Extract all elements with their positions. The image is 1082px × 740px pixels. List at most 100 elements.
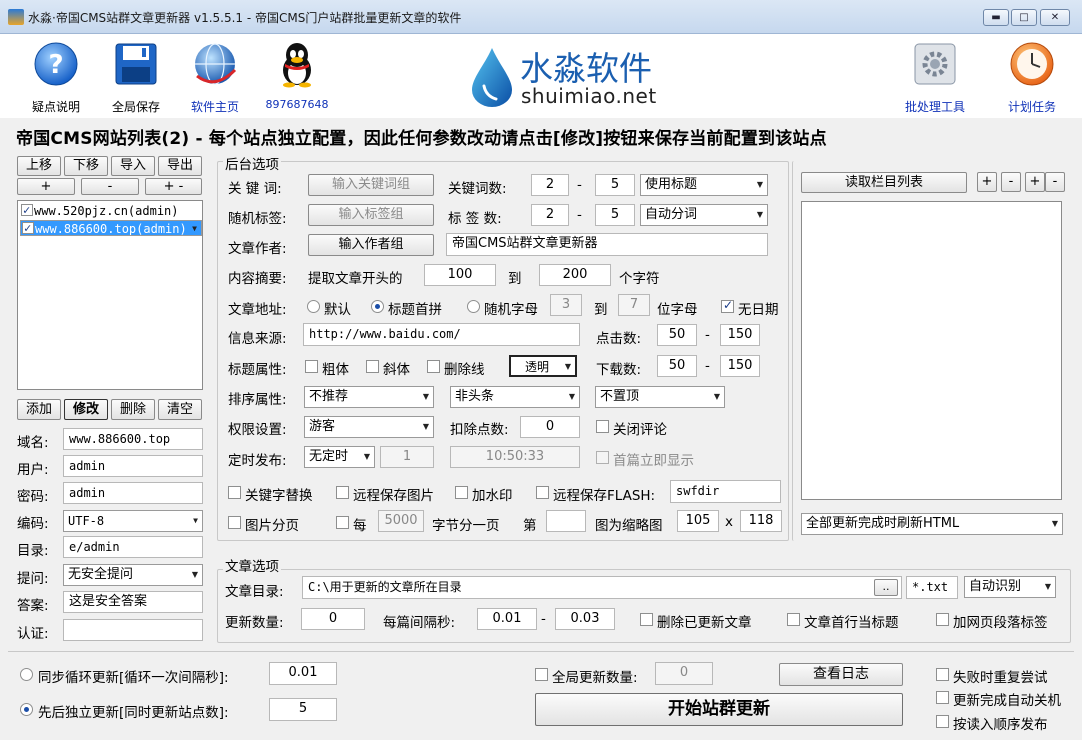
site-item-checkbox[interactable] xyxy=(22,221,34,235)
watermark-checkbox[interactable] xyxy=(455,486,468,499)
view-log-button[interactable]: 查看日志 xyxy=(779,663,903,686)
site-list-item-selected[interactable]: www.886600.top(admin) xyxy=(20,220,202,236)
paragraph-tag-checkbox[interactable] xyxy=(936,613,949,626)
keyword-replace-checkbox[interactable] xyxy=(228,486,241,499)
input-authors-button[interactable]: 输入作者组 xyxy=(308,234,434,256)
author-value-input[interactable]: 帝国CMS站群文章更新器 xyxy=(446,233,768,256)
url-random-radio[interactable] xyxy=(467,300,480,313)
browse-dir-button[interactable]: .. xyxy=(874,579,898,596)
column-uncheck-all-button[interactable]: - xyxy=(1001,172,1021,192)
source-input[interactable]: http://www.baidu.com/ xyxy=(303,323,580,346)
schedule-button[interactable]: 计划任务 xyxy=(1002,34,1062,118)
tag-max-input[interactable]: 5 xyxy=(595,204,635,226)
flash-dir-input[interactable]: swfdir xyxy=(670,480,781,503)
clicks-max-input[interactable]: 150 xyxy=(720,324,760,346)
dir-input[interactable]: e/admin xyxy=(63,536,203,558)
delete-site-button[interactable]: 删除 xyxy=(111,399,155,420)
keyword-min-input[interactable]: 2 xyxy=(531,174,569,196)
image-page-checkbox[interactable] xyxy=(228,516,241,529)
thumb-width-input[interactable]: 105 xyxy=(677,510,719,532)
timed-mode-select[interactable]: 无定时 xyxy=(304,446,375,468)
clicks-min-input[interactable]: 50 xyxy=(657,324,697,346)
keyword-mode-select[interactable]: 使用标题 xyxy=(640,174,768,196)
global-count-checkbox[interactable] xyxy=(535,668,548,681)
read-columns-button[interactable]: 读取栏目列表 xyxy=(801,172,967,193)
read-order-checkbox[interactable] xyxy=(936,715,949,728)
per-bytes-input[interactable]: 5000 xyxy=(378,510,424,532)
url-max-input[interactable]: 7 xyxy=(618,294,650,316)
url-pinyin-radio[interactable] xyxy=(371,300,384,313)
domain-input[interactable]: www.886600.top xyxy=(63,428,203,450)
concurrent-sites-input[interactable]: 5 xyxy=(269,698,337,721)
remote-image-checkbox[interactable] xyxy=(336,486,349,499)
summary-from-input[interactable]: 100 xyxy=(424,264,496,286)
top-select[interactable]: 不置顶 xyxy=(595,386,725,408)
nth-input[interactable] xyxy=(546,510,586,532)
export-button[interactable]: 导出 xyxy=(158,156,202,176)
add-site-button[interactable]: 添加 xyxy=(17,399,61,420)
auto-shutdown-checkbox[interactable] xyxy=(936,691,949,704)
user-input[interactable]: admin xyxy=(63,455,203,477)
summary-to-input[interactable]: 200 xyxy=(539,264,611,286)
split-page-checkbox[interactable] xyxy=(336,516,349,529)
batch-tool-button[interactable]: 批处理工具 xyxy=(900,34,970,118)
sync-update-radio[interactable] xyxy=(20,668,33,681)
thumb-height-input[interactable]: 118 xyxy=(740,510,782,532)
invert-check-button[interactable]: + - xyxy=(145,178,202,195)
site-list-item[interactable]: www.520pjz.cn(admin) xyxy=(20,202,202,219)
update-count-input[interactable]: 0 xyxy=(301,608,365,630)
permission-select[interactable]: 游客 xyxy=(304,416,434,438)
timed-time-input[interactable]: 10:50:33 xyxy=(450,446,580,468)
url-default-radio[interactable] xyxy=(307,300,320,313)
retry-on-failure-checkbox[interactable] xyxy=(936,668,949,681)
help-button[interactable]: ? 疑点说明 xyxy=(30,34,82,118)
global-count-input[interactable]: 0 xyxy=(655,662,713,685)
auth-input[interactable] xyxy=(63,619,203,641)
tag-mode-select[interactable]: 自动分词 xyxy=(640,204,768,226)
security-question-select[interactable]: 无安全提问 xyxy=(63,564,203,586)
input-tags-button[interactable]: 输入标签组 xyxy=(308,204,434,226)
import-button[interactable]: 导入 xyxy=(111,156,155,176)
sync-interval-input[interactable]: 0.01 xyxy=(269,662,337,685)
start-update-button[interactable]: 开始站群更新 xyxy=(535,693,903,726)
move-up-button[interactable]: 上移 xyxy=(17,156,61,176)
input-keywords-button[interactable]: 输入关键词组 xyxy=(308,174,434,196)
timed-value-input[interactable]: 1 xyxy=(380,446,434,468)
site-list[interactable]: www.520pjz.cn(admin) www.886600.top(admi… xyxy=(17,200,203,390)
site-item-checkbox[interactable] xyxy=(21,202,33,218)
file-extension-input[interactable]: *.txt xyxy=(906,576,958,599)
article-dir-input[interactable]: C:\用于更新的文章所在目录 xyxy=(302,576,902,599)
homepage-button[interactable]: 软件主页 xyxy=(186,34,244,118)
clear-sites-button[interactable]: 清空 xyxy=(158,399,202,420)
title-color-select[interactable]: 透明 xyxy=(509,355,577,377)
password-input[interactable]: admin xyxy=(63,482,203,504)
move-down-button[interactable]: 下移 xyxy=(64,156,108,176)
column-list[interactable] xyxy=(801,201,1062,500)
modify-site-button[interactable]: 修改 xyxy=(64,399,108,420)
downloads-max-input[interactable]: 150 xyxy=(720,355,760,377)
close-button[interactable]: ✕ xyxy=(1040,9,1070,26)
uncheck-all-button[interactable]: - xyxy=(81,178,139,195)
minimize-button[interactable]: ▬ xyxy=(983,9,1009,26)
save-all-button[interactable]: 全局保存 xyxy=(110,34,162,118)
answer-input[interactable]: 这是安全答案 xyxy=(63,591,203,613)
interval-max-input[interactable]: 0.03 xyxy=(555,608,615,630)
remote-flash-checkbox[interactable] xyxy=(536,486,549,499)
url-min-input[interactable]: 3 xyxy=(550,294,582,316)
close-comment-checkbox[interactable] xyxy=(596,420,609,433)
first-show-checkbox[interactable] xyxy=(596,451,609,464)
refresh-html-select[interactable]: 全部更新完成时刷新HTML xyxy=(801,513,1063,535)
column-expand-button[interactable]: + xyxy=(1025,172,1045,192)
maximize-button[interactable]: □ xyxy=(1011,9,1037,26)
interval-min-input[interactable]: 0.01 xyxy=(477,608,537,630)
encoding-select[interactable]: UTF-8 xyxy=(63,510,203,532)
column-check-all-button[interactable]: + xyxy=(977,172,997,192)
check-all-button[interactable]: + xyxy=(17,178,75,195)
delete-updated-checkbox[interactable] xyxy=(640,613,653,626)
keyword-max-input[interactable]: 5 xyxy=(595,174,635,196)
deduct-input[interactable]: 0 xyxy=(520,416,580,438)
tag-min-input[interactable]: 2 xyxy=(531,204,569,226)
no-date-checkbox[interactable] xyxy=(721,298,734,313)
headline-select[interactable]: 非头条 xyxy=(450,386,580,408)
downloads-min-input[interactable]: 50 xyxy=(657,355,697,377)
